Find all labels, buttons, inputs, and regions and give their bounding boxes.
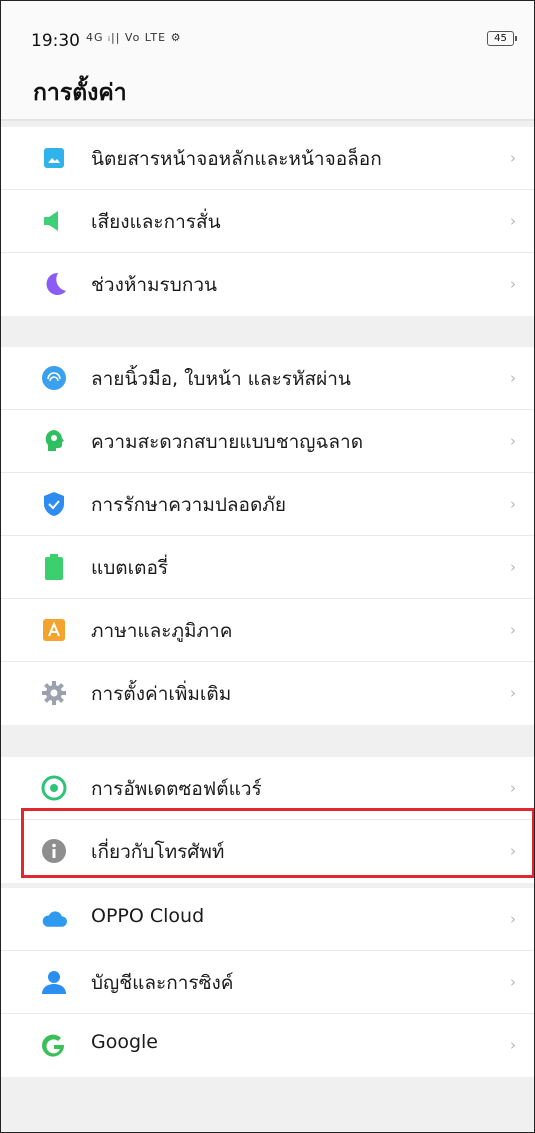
chevron-right-icon: › (510, 910, 516, 928)
speaker-icon (41, 208, 67, 234)
settings-item-label: การตั้งค่าเพิ่มเติม (91, 683, 232, 705)
smart-assist-icon (41, 428, 67, 454)
chevron-right-icon: › (510, 973, 516, 991)
settings-item-fingerprint[interactable]: ลายนิ้วมือ, ใบหน้า และรหัสผ่าน › (1, 347, 534, 410)
settings-item-label: ช่วงห้ามรบกวน (91, 274, 217, 296)
chevron-right-icon: › (510, 149, 516, 167)
settings-item-label: นิตยสารหน้าจอหลักและหน้าจอล็อก (91, 148, 382, 170)
signal-indicator: 4G ᵢ|| Vo LTE ⚙ (86, 31, 182, 44)
fingerprint-icon (41, 365, 67, 391)
settings-item-label: เกี่ยวกับโทรศัพท์ (91, 841, 225, 863)
settings-item-wallpaper[interactable]: นิตยสารหน้าจอหลักและหน้าจอล็อก › (1, 127, 534, 190)
settings-item-accounts-sync[interactable]: บัญชีและการซิงค์ › (1, 951, 534, 1014)
settings-header: การตั้งค่า (1, 71, 534, 119)
settings-item-oppo-cloud[interactable]: OPPO Cloud › (1, 888, 534, 951)
cloud-icon (41, 906, 67, 932)
settings-item-label: ลายนิ้วมือ, ใบหน้า และรหัสผ่าน (91, 368, 351, 390)
chevron-right-icon: › (510, 495, 516, 513)
language-icon (41, 617, 67, 643)
info-icon (41, 838, 67, 864)
settings-item-label: การอัพเดตซอฟต์แวร์ (91, 778, 262, 800)
wallpaper-icon (41, 145, 67, 171)
settings-item-google[interactable]: Google › (1, 1014, 534, 1077)
settings-item-additional[interactable]: การตั้งค่าเพิ่มเติม › (1, 662, 534, 725)
chevron-right-icon: › (510, 275, 516, 293)
chevron-right-icon: › (510, 212, 516, 230)
chevron-right-icon: › (510, 684, 516, 702)
moon-icon (41, 271, 67, 297)
settings-item-do-not-disturb[interactable]: ช่วงห้ามรบกวน › (1, 253, 534, 316)
settings-item-label: การรักษาความปลอดภัย (91, 494, 286, 516)
settings-item-label: เสียงและการสั่น (91, 211, 221, 233)
update-icon (41, 775, 67, 801)
battery-icon (41, 554, 67, 580)
status-time: 19:30 (31, 31, 80, 51)
header-divider (1, 119, 534, 121)
settings-item-battery[interactable]: แบตเตอรี่ › (1, 536, 534, 599)
phone-screen: 19:30 4G ᵢ|| Vo LTE ⚙ 45 การตั้งค่า นิตย… (0, 0, 535, 1133)
settings-item-language[interactable]: ภาษาและภูมิภาค › (1, 599, 534, 662)
settings-item-software-update[interactable]: การอัพเดตซอฟต์แวร์ › (1, 757, 534, 820)
page-title: การตั้งค่า (33, 80, 127, 106)
gear-icon (41, 680, 67, 706)
settings-item-sound[interactable]: เสียงและการสั่น › (1, 190, 534, 253)
shield-icon (41, 491, 67, 517)
chevron-right-icon: › (510, 842, 516, 860)
settings-item-label: บัญชีและการซิงค์ (91, 972, 234, 994)
settings-item-security[interactable]: การรักษาความปลอดภัย › (1, 473, 534, 536)
settings-group-display: นิตยสารหน้าจอหลักและหน้าจอล็อก › เสียงแล… (1, 127, 534, 316)
settings-item-smart-convenience[interactable]: ความสะดวกสบายแบบชาญฉลาด › (1, 410, 534, 473)
google-icon (41, 1032, 67, 1058)
settings-item-label: ภาษาและภูมิภาค (91, 620, 233, 642)
chevron-right-icon: › (510, 1036, 516, 1054)
settings-item-label: Google (91, 1031, 159, 1053)
settings-item-label: OPPO Cloud (91, 905, 205, 927)
settings-group-security: ลายนิ้วมือ, ใบหน้า และรหัสผ่าน › ความสะด… (1, 347, 534, 725)
settings-group-accounts: OPPO Cloud › บัญชีและการซิงค์ › Google › (1, 888, 534, 1077)
settings-item-label: ความสะดวกสบายแบบชาญฉลาด (91, 431, 364, 453)
chevron-right-icon: › (510, 621, 516, 639)
status-bar: 19:30 4G ᵢ|| Vo LTE ⚙ 45 (1, 1, 534, 71)
chevron-right-icon: › (510, 432, 516, 450)
chevron-right-icon: › (510, 369, 516, 387)
chevron-right-icon: › (510, 558, 516, 576)
settings-item-label: แบตเตอรี่ (91, 557, 169, 579)
settings-item-about-phone[interactable]: เกี่ยวกับโทรศัพท์ › (1, 820, 534, 883)
battery-indicator: 45 (487, 31, 517, 46)
chevron-right-icon: › (510, 779, 516, 797)
settings-group-system: การอัพเดตซอฟต์แวร์ › เกี่ยวกับโทรศัพท์ › (1, 757, 534, 883)
account-icon (41, 969, 67, 995)
